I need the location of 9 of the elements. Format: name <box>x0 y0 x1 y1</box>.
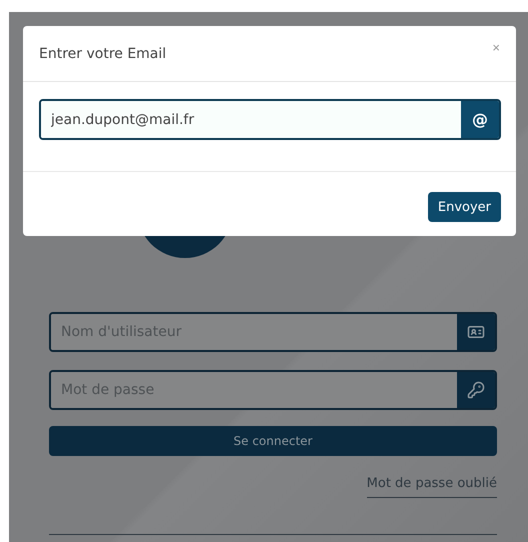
key-icon <box>457 372 495 408</box>
id-card-icon <box>457 314 495 350</box>
forgot-password-link[interactable]: Mot de passe oublié <box>366 476 497 498</box>
send-button[interactable]: Envoyer <box>428 192 501 222</box>
dialog-title: Entrer votre Email <box>39 46 166 62</box>
email-field[interactable]: jean.dupont@mail.fr @ <box>39 99 501 140</box>
login-button[interactable]: Se connecter <box>49 426 497 456</box>
close-button[interactable]: × <box>492 40 500 55</box>
at-sign-addon: @ <box>461 101 499 138</box>
